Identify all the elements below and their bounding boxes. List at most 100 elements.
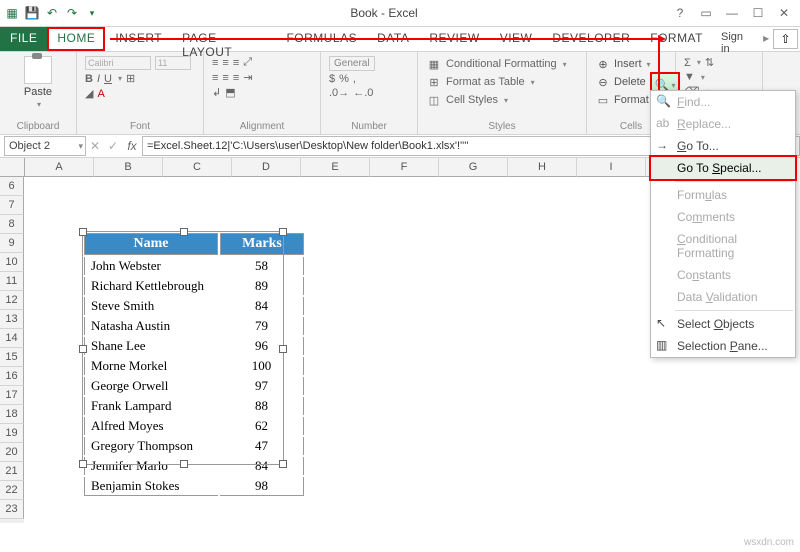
row-header[interactable]: 18 <box>0 405 24 424</box>
resize-handle[interactable] <box>79 228 87 236</box>
fx-icon[interactable]: fx <box>122 139 142 153</box>
fill-icon[interactable]: ▼ <box>684 71 695 83</box>
align-right-icon[interactable]: ≡ <box>233 72 239 84</box>
menu-formulas[interactable]: Formulas <box>651 184 795 206</box>
align-left-icon[interactable]: ≡ <box>212 72 218 84</box>
font-color-icon[interactable]: A <box>97 88 104 100</box>
align-center-icon[interactable]: ≡ <box>222 72 228 84</box>
resize-handle[interactable] <box>180 460 188 468</box>
resize-handle[interactable] <box>79 460 87 468</box>
row-header[interactable]: 15 <box>0 348 24 367</box>
menu-constants[interactable]: Constants <box>651 264 795 286</box>
col-header[interactable]: B <box>94 158 163 177</box>
row-header[interactable]: 11 <box>0 272 24 291</box>
resize-handle[interactable] <box>79 345 87 353</box>
menu-selection-pane[interactable]: ▥Selection Pane... <box>651 335 795 357</box>
dec-decimal-icon[interactable]: ←.0 <box>353 87 373 99</box>
row-header[interactable]: 21 <box>0 462 24 481</box>
resize-handle[interactable] <box>180 228 188 236</box>
tab-file[interactable]: FILE <box>0 27 47 51</box>
menu-goto[interactable]: →Go To... <box>651 135 795 157</box>
cell-name: Benjamin Stokes <box>84 477 218 496</box>
row-header[interactable]: 12 <box>0 291 24 310</box>
comma-icon[interactable]: , <box>353 73 356 85</box>
sign-in-link[interactable]: Sign in <box>713 27 761 51</box>
redo-icon[interactable]: ↷ <box>64 5 80 21</box>
share-icon[interactable]: ⇧ <box>773 29 798 49</box>
col-header[interactable]: A <box>25 158 94 177</box>
row-header[interactable]: 10 <box>0 253 24 272</box>
row-header[interactable]: 6 <box>0 177 24 196</box>
menu-cond-format[interactable]: Conditional Formatting <box>651 228 795 264</box>
resize-handle[interactable] <box>279 228 287 236</box>
resize-handle[interactable] <box>279 460 287 468</box>
menu-comments[interactable]: Comments <box>651 206 795 228</box>
name-box[interactable]: Object 2 <box>4 136 86 156</box>
find-select-menu: 🔍Find... abReplace... →Go To... Go To Sp… <box>650 90 796 358</box>
table-format-button[interactable]: Format as Table <box>446 76 525 88</box>
wrap-text-icon[interactable]: ↲ <box>212 86 221 99</box>
format-cells-button[interactable]: Format <box>614 94 649 106</box>
number-format-select[interactable]: General <box>329 56 375 71</box>
minimize-icon[interactable]: — <box>720 4 744 22</box>
row-header[interactable]: 16 <box>0 367 24 386</box>
sort-filter-icon[interactable]: ⇅ <box>705 56 714 69</box>
row-header[interactable]: 14 <box>0 329 24 348</box>
row-header[interactable]: 9 <box>0 234 24 253</box>
save-icon[interactable]: 💾 <box>24 5 40 21</box>
select-all-corner[interactable] <box>0 158 25 177</box>
cond-format-button[interactable]: Conditional Formatting <box>446 58 557 70</box>
align-top-icon[interactable]: ≡ <box>212 57 218 69</box>
accept-formula-icon[interactable]: ✓ <box>104 139 122 153</box>
col-header[interactable]: H <box>508 158 577 177</box>
percent-icon[interactable]: % <box>339 73 349 85</box>
group-styles: Styles <box>426 119 578 132</box>
inc-decimal-icon[interactable]: .0→ <box>329 87 349 99</box>
currency-icon[interactable]: $ <box>329 73 335 85</box>
help-icon[interactable]: ? <box>668 4 692 22</box>
col-header[interactable]: G <box>439 158 508 177</box>
undo-icon[interactable]: ↶ <box>44 5 60 21</box>
row-header[interactable]: 17 <box>0 386 24 405</box>
row-header[interactable]: 23 <box>0 500 24 519</box>
row-header[interactable]: 7 <box>0 196 24 215</box>
row-header[interactable]: 22 <box>0 481 24 500</box>
row-header[interactable]: 19 <box>0 424 24 443</box>
merge-icon[interactable]: ⬒ <box>225 86 235 99</box>
cell-styles-button[interactable]: Cell Styles <box>446 94 498 106</box>
italic-icon[interactable]: I <box>97 73 100 85</box>
cancel-formula-icon[interactable]: ✕ <box>86 139 104 153</box>
col-header[interactable]: F <box>370 158 439 177</box>
tab-home[interactable]: HOME <box>47 27 105 51</box>
qat-more-icon[interactable]: ▾ <box>84 5 100 21</box>
delete-cells-button[interactable]: Delete <box>614 76 646 88</box>
border-icon[interactable]: ⊞ <box>126 72 135 85</box>
menu-replace[interactable]: abReplace... <box>651 113 795 135</box>
menu-find[interactable]: 🔍Find... <box>651 91 795 113</box>
ribbon-display-icon[interactable]: ▭ <box>694 4 718 22</box>
paste-button[interactable]: Paste▾ <box>8 56 68 109</box>
underline-icon[interactable]: U <box>104 73 112 85</box>
menu-goto-special[interactable]: Go To Special... <box>649 155 797 181</box>
col-header[interactable]: E <box>301 158 370 177</box>
col-header[interactable]: D <box>232 158 301 177</box>
indent-icon[interactable]: ⇥ <box>243 71 252 84</box>
menu-data-validation[interactable]: Data Validation <box>651 286 795 308</box>
close-icon[interactable]: ✕ <box>772 4 796 22</box>
bold-icon[interactable]: B <box>85 73 93 85</box>
autosum-icon[interactable]: Σ <box>684 57 691 69</box>
maximize-icon[interactable]: ☐ <box>746 4 770 22</box>
object-selection[interactable] <box>82 231 284 465</box>
col-header[interactable]: I <box>577 158 646 177</box>
insert-cells-button[interactable]: Insert <box>614 58 642 70</box>
row-header[interactable]: 20 <box>0 443 24 462</box>
align-bot-icon[interactable]: ≡ <box>233 57 239 69</box>
row-header[interactable]: 8 <box>0 215 24 234</box>
resize-handle[interactable] <box>279 345 287 353</box>
align-mid-icon[interactable]: ≡ <box>222 57 228 69</box>
fill-color-icon[interactable]: ◢ <box>85 87 93 100</box>
orientation-icon[interactable]: ⤢ <box>243 56 252 69</box>
menu-select-objects[interactable]: ↖Select Objects <box>651 313 795 335</box>
row-header[interactable]: 13 <box>0 310 24 329</box>
col-header[interactable]: C <box>163 158 232 177</box>
